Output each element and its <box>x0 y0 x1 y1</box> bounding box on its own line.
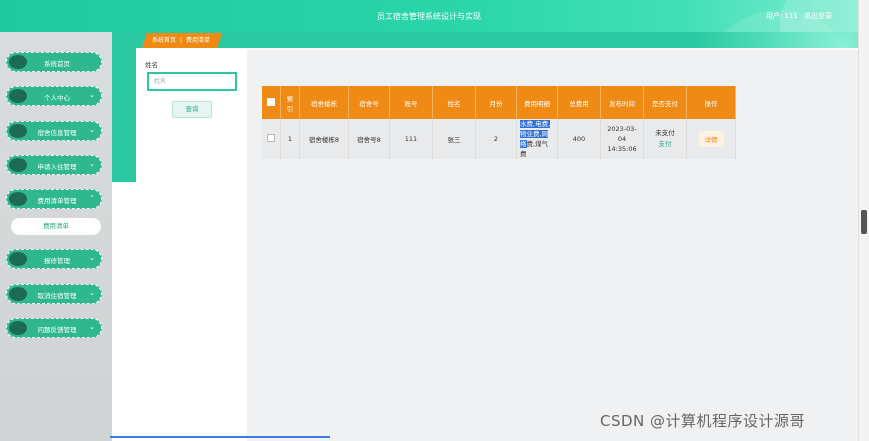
month-cell: 2 <box>475 119 517 159</box>
column-header: 账号 <box>389 86 433 119</box>
sidebar-item-dorm-info[interactable]: 宿舍信息管理 ⌄ <box>6 121 102 141</box>
sidebar-item-label: 系统首页 <box>44 60 70 68</box>
chevron-down-icon: ⌄ <box>89 323 95 331</box>
menu-dot-icon <box>9 191 27 206</box>
sidebar-subitem-fee-list[interactable]: 费用清单 <box>11 218 101 235</box>
app-title: 员工宿舍管理系统设计与实现 <box>377 12 481 21</box>
select-all-checkbox[interactable] <box>267 97 275 106</box>
row-select-cell <box>262 119 281 159</box>
chevron-down-icon: ⌄ <box>89 91 95 99</box>
sidebar-item-repair[interactable]: 报修管理 ⌄ <box>6 249 102 269</box>
total-cell: 400 <box>557 119 601 159</box>
fee-table: 索引 宿舍楼栋 宿舍号 账号 姓名 月份 费用明细 总费用 发布时间 是否支付 … <box>262 86 736 159</box>
sidebar-item-label: 申请入住管理 <box>37 163 77 171</box>
chevron-down-icon: ⌄ <box>89 126 95 134</box>
menu-dot-icon <box>9 54 27 69</box>
column-header: 索引 <box>280 86 300 119</box>
chevron-down-icon: ⌄ <box>89 160 95 168</box>
action-cell: 详情 <box>686 119 736 159</box>
sidebar-item-feedback[interactable]: 问题反馈管理 ⌄ <box>6 318 102 338</box>
sidebar-item-label: 报修管理 <box>44 257 70 265</box>
select-all-header <box>262 86 281 119</box>
detail-cell: 水费,电费,物业费,网络费,煤气费 <box>516 119 558 159</box>
column-header: 发布时间 <box>600 86 644 119</box>
sidebar-item-label: 费用清单管理 <box>37 197 77 205</box>
menu-dot-icon <box>9 157 27 172</box>
menu-dot-icon <box>9 123 27 138</box>
sidebar-item-label: 问题反馈管理 <box>37 326 77 334</box>
menu-dot-icon <box>9 286 27 301</box>
chevron-down-icon: ⌄ <box>89 254 95 262</box>
column-header: 宿舍号 <box>348 86 390 119</box>
sidebar-item-checkin-apply[interactable]: 申请入住管理 ⌄ <box>6 155 102 175</box>
menu-dot-icon <box>9 251 27 266</box>
column-header: 月份 <box>475 86 517 119</box>
logout-link[interactable]: 退出登录 <box>804 12 832 20</box>
column-header: 宿舍楼栋 <box>299 86 349 119</box>
page-scrollbar[interactable] <box>858 0 869 441</box>
menu-dot-icon <box>9 320 27 335</box>
account-cell: 111 <box>389 119 433 159</box>
table-header-row: 索引 宿舍楼栋 宿舍号 账号 姓名 月份 费用明细 总费用 发布时间 是否支付 … <box>262 86 736 119</box>
breadcrumb-current: 费用清单 <box>186 37 211 44</box>
watermark: CSDN @计算机程序设计源哥 <box>600 412 806 430</box>
column-header: 姓名 <box>432 86 476 119</box>
pay-link[interactable]: 支付 <box>647 139 683 150</box>
detail-button[interactable]: 详情 <box>698 131 724 147</box>
top-header: 员工宿舍管理系统设计与实现 用户: 111 退出登录 <box>0 0 869 170</box>
table-row: 1 宿舍楼栋8 宿舍号8 111 张三 2 水费,电费,物业费,网络费,煤气费 … <box>262 119 736 159</box>
breadcrumb: 系统首页 | 费用清单 <box>142 33 222 48</box>
sidebar-item-label: 取消住宿管理 <box>37 292 77 300</box>
breadcrumb-home[interactable]: 系统首页 <box>152 37 176 44</box>
bottom-scroll-indicator <box>110 436 330 438</box>
sidebar-item-personal-center[interactable]: 个人中心 ⌄ <box>6 86 102 106</box>
query-button[interactable]: 查询 <box>172 101 212 118</box>
name-cell: 张三 <box>432 119 476 159</box>
name-filter-label: 姓名 <box>145 61 158 69</box>
column-header: 费用明细 <box>516 86 558 119</box>
sidebar-item-home[interactable]: 系统首页 <box>6 52 102 72</box>
name-search-input[interactable]: 姓名 <box>147 72 237 91</box>
sidebar-item-label: 个人中心 <box>44 94 70 102</box>
paid-status: 未支付 <box>655 129 675 137</box>
sidebar-item-fee-list[interactable]: 费用清单管理 ⌃ <box>6 189 102 209</box>
sidebar-item-cancel-stay[interactable]: 取消住宿管理 ⌄ <box>6 284 102 304</box>
room-cell: 宿舍号8 <box>348 119 390 159</box>
building-cell: 宿舍楼栋8 <box>299 119 349 159</box>
publish-time-cell: 2023-03-04 14:35:06 <box>600 119 644 159</box>
chevron-up-icon: ⌃ <box>89 194 95 202</box>
scrollbar-thumb[interactable] <box>861 210 867 234</box>
breadcrumb-separator: | <box>180 37 183 44</box>
column-header: 操作 <box>686 86 736 119</box>
paid-cell: 未支付 支付 <box>643 119 687 159</box>
column-header: 是否支付 <box>643 86 687 119</box>
index-cell: 1 <box>280 119 300 159</box>
column-header: 总费用 <box>557 86 601 119</box>
user-label: 用户: 111 <box>765 12 798 20</box>
menu-dot-icon <box>9 88 27 103</box>
sidebar-item-label: 宿舍信息管理 <box>37 129 77 137</box>
row-checkbox[interactable] <box>267 134 275 142</box>
chevron-down-icon: ⌄ <box>89 289 95 297</box>
user-area: 用户: 111 退出登录 <box>762 11 832 21</box>
